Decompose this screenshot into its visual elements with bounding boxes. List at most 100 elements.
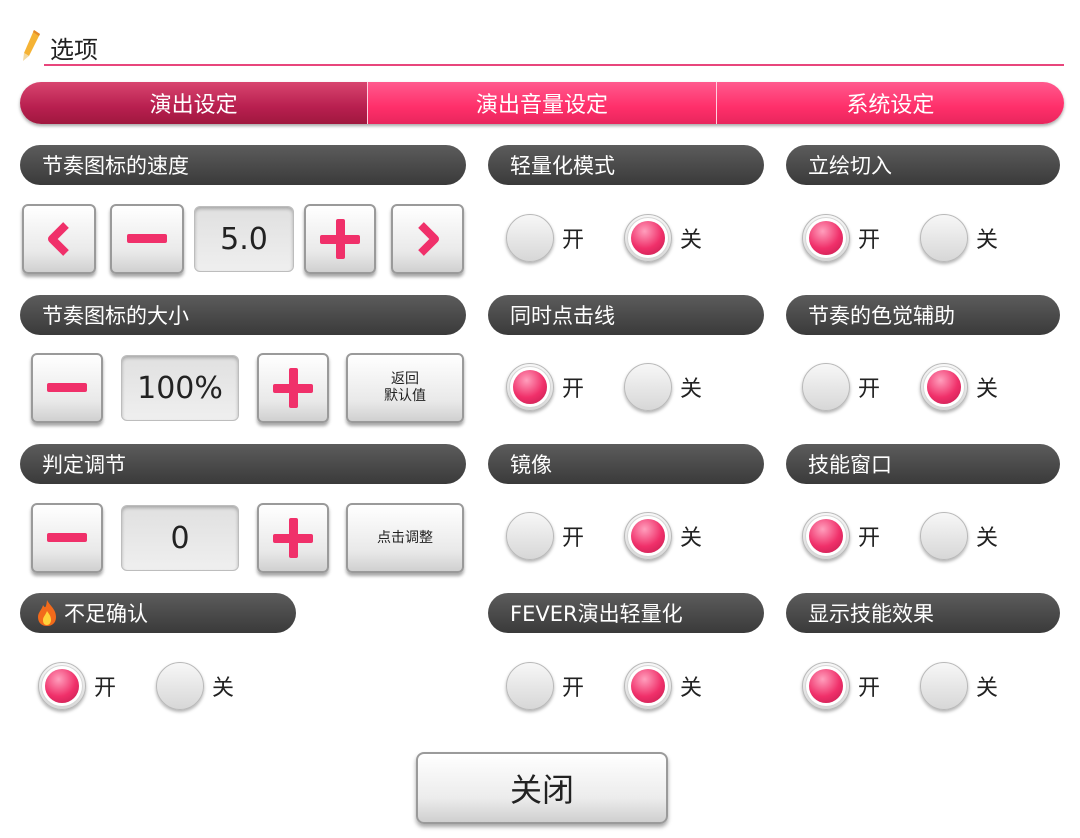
radio-button[interactable] xyxy=(38,662,86,710)
speed-next-button[interactable] xyxy=(391,204,464,274)
section-skill-effect: 显示技能效果 xyxy=(786,593,1060,633)
option-label: 开 xyxy=(858,676,881,701)
cutin-off-option[interactable]: 关 xyxy=(920,214,998,262)
radio-button[interactable] xyxy=(920,214,968,262)
section-title: 节奏图标的速度 xyxy=(42,154,189,178)
close-button[interactable]: 关闭 xyxy=(416,752,668,824)
section-title: FEVER演出轻量化 xyxy=(510,602,683,626)
radio-button[interactable] xyxy=(624,662,672,710)
skill-window-on-option[interactable]: 开 xyxy=(802,512,880,560)
section-lightweight-mode: 轻量化模式 xyxy=(488,145,764,185)
chevron-right-icon xyxy=(417,222,439,256)
pencil-icon xyxy=(23,30,40,61)
option-label: 开 xyxy=(562,526,585,551)
option-label: 开 xyxy=(858,228,881,253)
plus-icon xyxy=(320,219,360,259)
color-assist-on-option[interactable]: 开 xyxy=(802,363,880,411)
option-label: 关 xyxy=(680,377,703,402)
speed-decrease-button[interactable] xyxy=(110,204,184,274)
reset-label-line1: 返回 xyxy=(391,371,419,387)
radio-button[interactable] xyxy=(506,214,554,262)
timing-value: 0 xyxy=(121,505,239,571)
section-portrait-cutin: 立绘切入 xyxy=(786,145,1060,185)
radio-button[interactable] xyxy=(802,512,850,560)
plus-icon xyxy=(273,368,313,408)
speed-increase-button[interactable] xyxy=(304,204,376,274)
option-label: 开 xyxy=(94,676,117,701)
minus-icon xyxy=(47,533,87,542)
option-label: 关 xyxy=(976,377,999,402)
mirror-on-option[interactable]: 开 xyxy=(506,512,584,560)
section-title: 镜像 xyxy=(510,453,552,477)
minus-icon xyxy=(47,383,87,392)
skill-window-off-option[interactable]: 关 xyxy=(920,512,998,560)
speed-prev-button[interactable] xyxy=(22,204,96,274)
lightweight-off-option[interactable]: 关 xyxy=(624,214,702,262)
radio-button[interactable] xyxy=(920,363,968,411)
radio-button[interactable] xyxy=(802,214,850,262)
radio-button[interactable] xyxy=(802,662,850,710)
fever-off-option[interactable]: 关 xyxy=(624,662,702,710)
section-title: 同时点击线 xyxy=(510,304,615,328)
simultaneous-off-option[interactable]: 关 xyxy=(624,363,702,411)
section-note-speed: 节奏图标的速度 xyxy=(20,145,466,185)
option-label: 关 xyxy=(680,676,703,701)
fire-icon xyxy=(38,600,56,626)
tab-performance-settings[interactable]: 演出设定 xyxy=(20,82,368,124)
tab-bar: 演出设定 演出音量设定 系统设定 xyxy=(20,82,1064,124)
radio-button[interactable] xyxy=(506,662,554,710)
size-value: 100% xyxy=(121,355,239,421)
option-label: 开 xyxy=(562,228,585,253)
section-title: 节奏图标的大小 xyxy=(42,304,189,328)
tap-adjust-button[interactable]: 点击调整 xyxy=(346,503,464,573)
section-skill-window: 技能窗口 xyxy=(786,444,1060,484)
color-assist-off-option[interactable]: 关 xyxy=(920,363,998,411)
option-label: 关 xyxy=(976,228,999,253)
reset-default-button[interactable]: 返回 默认值 xyxy=(346,353,464,423)
shortage-on-option[interactable]: 开 xyxy=(38,662,116,710)
radio-button[interactable] xyxy=(506,363,554,411)
radio-button[interactable] xyxy=(624,214,672,262)
section-title: 节奏的色觉辅助 xyxy=(808,304,955,328)
section-note-size: 节奏图标的大小 xyxy=(20,295,466,335)
option-label: 开 xyxy=(562,377,585,402)
section-color-assist: 节奏的色觉辅助 xyxy=(786,295,1060,335)
option-label: 关 xyxy=(212,676,235,701)
radio-button[interactable] xyxy=(920,662,968,710)
tab-performance-volume[interactable]: 演出音量设定 xyxy=(367,82,716,124)
page-title: 选项 xyxy=(50,36,98,64)
cutin-on-option[interactable]: 开 xyxy=(802,214,880,262)
radio-button[interactable] xyxy=(802,363,850,411)
skill-effect-on-option[interactable]: 开 xyxy=(802,662,880,710)
section-title: 判定调节 xyxy=(42,453,126,477)
radio-button[interactable] xyxy=(920,512,968,560)
tab-system-settings[interactable]: 系统设定 xyxy=(715,82,1064,124)
lightweight-on-option[interactable]: 开 xyxy=(506,214,584,262)
section-title: 不足确认 xyxy=(64,602,148,626)
section-simultaneous-line: 同时点击线 xyxy=(488,295,764,335)
option-label: 开 xyxy=(858,526,881,551)
option-label: 开 xyxy=(562,676,585,701)
size-increase-button[interactable] xyxy=(257,353,329,423)
option-label: 关 xyxy=(680,228,703,253)
option-label: 关 xyxy=(680,526,703,551)
section-mirror: 镜像 xyxy=(488,444,764,484)
fever-on-option[interactable]: 开 xyxy=(506,662,584,710)
section-title: 技能窗口 xyxy=(808,453,892,477)
shortage-off-option[interactable]: 关 xyxy=(156,662,234,710)
radio-button[interactable] xyxy=(506,512,554,560)
radio-button[interactable] xyxy=(156,662,204,710)
section-title: 显示技能效果 xyxy=(808,602,934,626)
minus-icon xyxy=(127,234,167,243)
size-decrease-button[interactable] xyxy=(31,353,103,423)
option-label: 开 xyxy=(858,377,881,402)
mirror-off-option[interactable]: 关 xyxy=(624,512,702,560)
simultaneous-on-option[interactable]: 开 xyxy=(506,363,584,411)
timing-decrease-button[interactable] xyxy=(31,503,103,573)
radio-button[interactable] xyxy=(624,512,672,560)
header-divider xyxy=(44,64,1064,66)
radio-button[interactable] xyxy=(624,363,672,411)
timing-increase-button[interactable] xyxy=(257,503,329,573)
skill-effect-off-option[interactable]: 关 xyxy=(920,662,998,710)
section-title: 立绘切入 xyxy=(808,154,892,178)
